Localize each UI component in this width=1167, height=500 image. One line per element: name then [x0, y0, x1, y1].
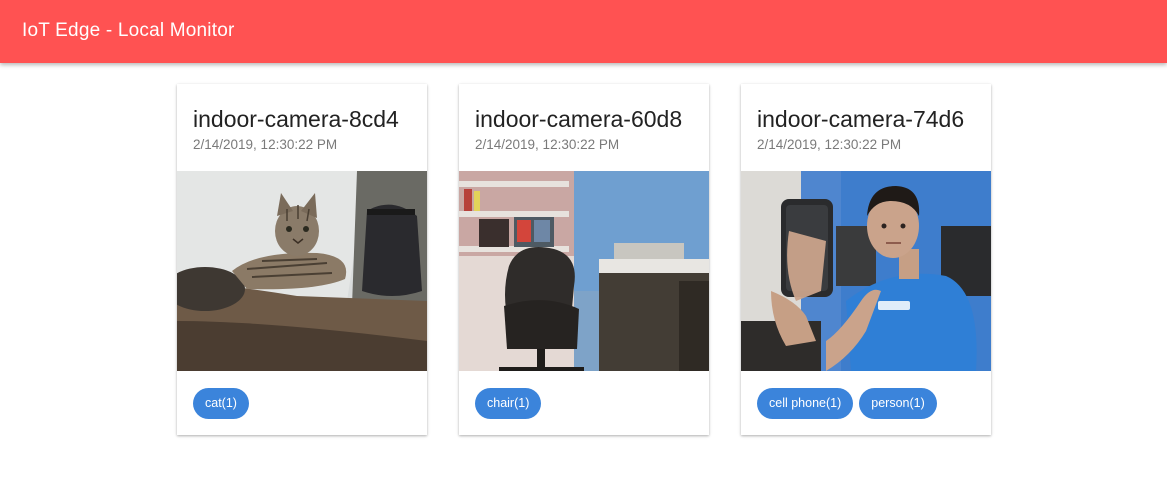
capture-timestamp: 2/14/2019, 12:30:22 PM [475, 137, 620, 152]
camera-card: indoor-camera-74d6 2/14/2019, 12:30:22 P… [741, 84, 991, 435]
detection-chip[interactable]: cat(1) [193, 388, 249, 419]
detection-chips: chair(1) [475, 388, 542, 419]
detection-chip[interactable]: person(1) [859, 388, 937, 419]
camera-name: indoor-camera-8cd4 [193, 106, 399, 132]
detection-chip[interactable]: chair(1) [475, 388, 542, 419]
app-header: IoT Edge - Local Monitor [0, 0, 1167, 63]
camera-card: indoor-camera-60d8 2/14/2019, 12:30:22 P… [459, 84, 709, 435]
detection-chips: cell phone(1) person(1) [757, 388, 937, 419]
capture-timestamp: 2/14/2019, 12:30:22 PM [193, 137, 338, 152]
app-title: IoT Edge - Local Monitor [22, 20, 235, 41]
capture-timestamp: 2/14/2019, 12:30:22 PM [757, 137, 902, 152]
detection-chip[interactable]: cell phone(1) [757, 388, 854, 419]
office-chair-photo [459, 171, 709, 371]
cat-on-desk-photo [177, 171, 427, 371]
camera-name: indoor-camera-74d6 [757, 106, 965, 132]
person-with-phone-photo [741, 171, 991, 371]
detection-chips: cat(1) [193, 388, 249, 419]
camera-name: indoor-camera-60d8 [475, 106, 683, 132]
camera-card: indoor-camera-8cd4 2/14/2019, 12:30:22 P… [177, 84, 427, 435]
